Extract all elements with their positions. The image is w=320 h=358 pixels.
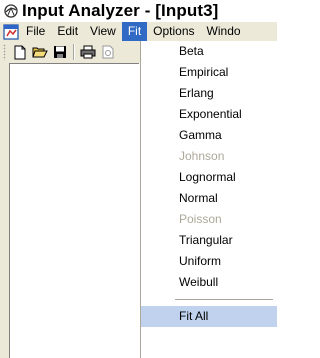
menu-bar: File Edit View Fit Options Windo bbox=[0, 22, 277, 41]
menu-edit[interactable]: Edit bbox=[51, 22, 84, 41]
fit-item-exponential[interactable]: Exponential bbox=[141, 104, 277, 125]
fit-item-erlang[interactable]: Erlang bbox=[141, 83, 277, 104]
fit-item-lognormal[interactable]: Lognormal bbox=[141, 167, 277, 188]
fit-item-normal[interactable]: Normal bbox=[141, 188, 277, 209]
fit-item-beta[interactable]: Beta bbox=[141, 41, 277, 62]
toolbar-separator bbox=[73, 44, 75, 60]
fit-item-empirical[interactable]: Empirical bbox=[141, 62, 277, 83]
app-icon bbox=[2, 2, 20, 20]
workspace-left-strip bbox=[0, 63, 9, 358]
fit-dropdown-menu: Beta Empirical Erlang Exponential Gamma … bbox=[140, 41, 277, 358]
menu-separator bbox=[175, 299, 273, 300]
fit-item-triangular[interactable]: Triangular bbox=[141, 230, 277, 251]
fit-item-weibull[interactable]: Weibull bbox=[141, 272, 277, 293]
fit-item-gamma[interactable]: Gamma bbox=[141, 125, 277, 146]
fit-item-poisson: Poisson bbox=[179, 212, 222, 226]
print-preview-icon[interactable] bbox=[98, 43, 118, 61]
fit-all-item[interactable]: Fit All bbox=[141, 306, 277, 327]
open-folder-icon[interactable] bbox=[30, 43, 50, 61]
toolbar-grip[interactable] bbox=[3, 44, 6, 60]
new-document-icon[interactable] bbox=[10, 43, 30, 61]
print-icon[interactable] bbox=[78, 43, 98, 61]
fit-item-johnson: Johnson bbox=[179, 149, 225, 163]
menu-file[interactable]: File bbox=[20, 22, 51, 41]
fit-item-uniform[interactable]: Uniform bbox=[141, 251, 277, 272]
menu-options[interactable]: Options bbox=[147, 22, 200, 41]
menu-view[interactable]: View bbox=[84, 22, 122, 41]
save-disk-icon[interactable] bbox=[50, 43, 70, 61]
title-bar[interactable]: Input Analyzer - [Input3] bbox=[0, 0, 277, 22]
input-analyzer-window: Input Analyzer - [Input3] File Edit View… bbox=[0, 0, 277, 358]
standard-toolbar bbox=[0, 41, 140, 63]
document-system-icon[interactable] bbox=[2, 23, 20, 41]
menu-fit[interactable]: Fit bbox=[121, 22, 148, 41]
window-title: Input Analyzer - [Input3] bbox=[22, 1, 219, 20]
menu-window[interactable]: Windo bbox=[201, 22, 247, 41]
document-pane[interactable] bbox=[9, 63, 139, 358]
